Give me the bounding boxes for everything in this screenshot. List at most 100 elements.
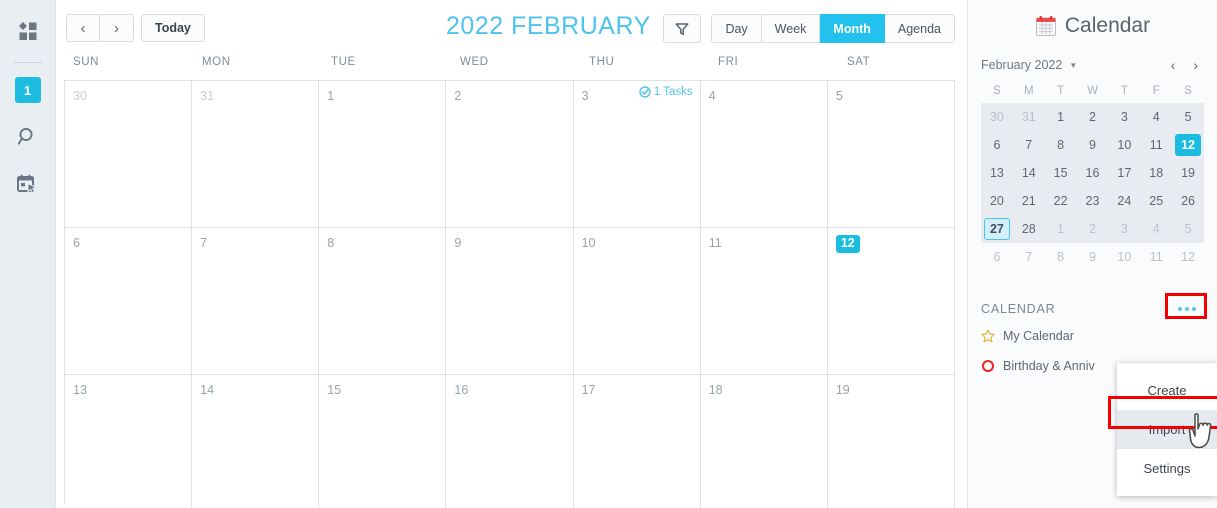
mini-day-selected[interactable]: 12 <box>1172 131 1204 159</box>
mini-day[interactable]: 11 <box>1140 131 1172 159</box>
mini-month-selector[interactable]: February 2022 ▼ <box>981 58 1077 72</box>
panel-title: Calendar <box>1064 14 1151 37</box>
day-cell[interactable]: 16 <box>446 375 574 508</box>
mini-day[interactable]: 28 <box>1013 215 1045 243</box>
prev-period-button[interactable]: ‹ <box>66 14 100 42</box>
day-cell[interactable]: 7 <box>192 228 320 375</box>
mini-day[interactable]: 31 <box>1013 103 1045 131</box>
day-number: 6 <box>73 236 80 250</box>
calendar-pointer-icon[interactable] <box>11 167 45 201</box>
day-cell-selected[interactable]: 12 <box>827 228 955 375</box>
day-cell[interactable]: 8 <box>319 228 447 375</box>
day-cell[interactable]: 18 <box>701 375 828 508</box>
day-cell[interactable]: 15 <box>319 375 447 508</box>
day-cell[interactable]: 31 <box>192 81 320 228</box>
next-period-button[interactable]: › <box>100 14 134 42</box>
tab-month[interactable]: Month <box>820 14 885 43</box>
mini-weekday-label: S <box>1184 84 1192 97</box>
mini-day[interactable]: 7 <box>1013 243 1045 271</box>
notification-badge[interactable]: 1 <box>14 77 41 103</box>
mini-day[interactable]: 9 <box>1077 131 1109 159</box>
mini-day[interactable]: 17 <box>1108 159 1140 187</box>
mini-day[interactable]: 22 <box>1045 187 1077 215</box>
day-cell[interactable]: 9 <box>446 228 574 375</box>
mini-weekday-label: T <box>1120 84 1128 97</box>
mini-day[interactable]: 19 <box>1172 159 1204 187</box>
day-cell[interactable]: 3 1 Tasks <box>573 81 701 228</box>
mini-day[interactable]: 5 <box>1172 215 1204 243</box>
mini-day[interactable]: 21 <box>1013 187 1045 215</box>
mini-day[interactable]: 1 <box>1045 215 1077 243</box>
mini-day[interactable]: 16 <box>1077 159 1109 187</box>
apps-grid-icon[interactable] <box>11 14 45 48</box>
tab-week[interactable]: Week <box>761 14 821 43</box>
mini-day[interactable]: 4 <box>1140 103 1172 131</box>
day-cell[interactable]: 30 <box>65 81 193 228</box>
day-cell[interactable]: 6 <box>65 228 193 375</box>
mini-day[interactable]: 13 <box>981 159 1013 187</box>
menu-item-create[interactable]: Create <box>1117 371 1217 410</box>
mini-day[interactable]: 18 <box>1140 159 1172 187</box>
day-number: 2 <box>454 89 462 103</box>
mini-day[interactable]: 30 <box>981 103 1013 131</box>
mini-day[interactable]: 9 <box>1077 243 1109 271</box>
mini-day[interactable]: 2 <box>1077 215 1109 243</box>
day-cell[interactable]: 1 <box>319 81 447 228</box>
mini-day[interactable]: 7 <box>1013 131 1045 159</box>
mini-day-number: 13 <box>989 166 1004 180</box>
tab-day[interactable]: Day <box>711 14 762 43</box>
filter-button[interactable] <box>663 14 702 43</box>
search-icon[interactable] <box>11 119 45 153</box>
day-cell[interactable]: 4 <box>700 81 828 228</box>
mini-day[interactable]: 15 <box>1045 159 1077 187</box>
mini-day[interactable]: 3 <box>1108 103 1140 131</box>
mini-day[interactable]: 5 <box>1172 103 1204 131</box>
mini-day[interactable]: 10 <box>1108 243 1140 271</box>
mini-day[interactable]: 3 <box>1108 215 1140 243</box>
mini-day[interactable]: 24 <box>1108 187 1140 215</box>
day-cell[interactable]: 2 <box>446 81 574 228</box>
prev-chevron-icon: ‹ <box>80 19 86 37</box>
mini-day-number: 23 <box>1085 194 1100 208</box>
mini-day-today[interactable]: 27 <box>981 215 1013 243</box>
mini-prev-button[interactable]: ‹ <box>1171 58 1176 72</box>
day-cell[interactable]: 17 <box>574 375 701 508</box>
today-button[interactable]: Today <box>141 14 205 42</box>
mini-day[interactable]: 25 <box>1140 187 1172 215</box>
mini-day[interactable]: 6 <box>981 243 1013 271</box>
mini-day[interactable]: 6 <box>981 131 1013 159</box>
mini-next-button[interactable]: › <box>1193 58 1198 72</box>
calendar-app: 1 ‹ › Today 2022 FEBRUARY Day Week Month… <box>0 0 1217 508</box>
mini-day[interactable]: 10 <box>1108 131 1140 159</box>
mini-day-number: 7 <box>1025 250 1033 264</box>
mini-day[interactable]: 1 <box>1045 103 1077 131</box>
day-cell[interactable]: 5 <box>827 81 955 228</box>
day-number: 19 <box>835 383 850 397</box>
day-cell[interactable]: 13 <box>65 375 193 508</box>
mini-day-number: 9 <box>1089 250 1096 264</box>
mini-day[interactable]: 23 <box>1077 187 1109 215</box>
mini-day[interactable]: 4 <box>1140 215 1172 243</box>
day-cell[interactable]: 19 <box>828 375 955 508</box>
calendar-list-item-my-calendar[interactable]: My Calendar <box>981 321 1204 351</box>
mini-day[interactable]: 11 <box>1140 243 1172 271</box>
mini-day[interactable]: 8 <box>1045 243 1077 271</box>
day-cell[interactable]: 14 <box>192 375 320 508</box>
mini-day[interactable]: 2 <box>1077 103 1109 131</box>
task-chip-label: 1 Tasks <box>653 86 693 98</box>
day-cell[interactable]: 10 <box>573 228 701 375</box>
mini-day[interactable]: 14 <box>1013 159 1045 187</box>
tab-agenda[interactable]: Agenda <box>884 14 955 43</box>
mini-day[interactable]: 20 <box>981 187 1013 215</box>
mini-day[interactable]: 26 <box>1172 187 1204 215</box>
day-number: 30 <box>73 89 87 103</box>
mini-day-number: 19 <box>1181 166 1196 180</box>
mini-day-number: 16 <box>1085 166 1100 180</box>
mini-day-number: 4 <box>1152 110 1160 124</box>
month-grid: 30 31 1 2 3 1 Tasks 4 5 6 7 8 9 10 11 12… <box>64 80 955 508</box>
calendar-options-button[interactable] <box>1170 301 1204 318</box>
day-cell[interactable]: 11 <box>700 228 828 375</box>
task-chip[interactable]: 1 Tasks <box>639 86 693 98</box>
mini-day[interactable]: 12 <box>1172 243 1204 271</box>
mini-day[interactable]: 8 <box>1045 131 1077 159</box>
